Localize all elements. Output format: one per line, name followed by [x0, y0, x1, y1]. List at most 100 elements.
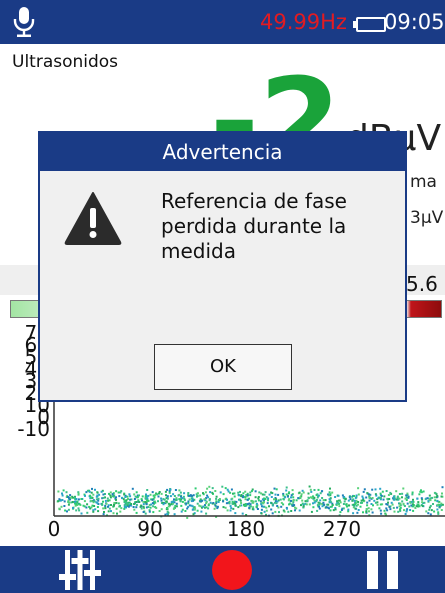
scatter-point	[216, 505, 219, 508]
scatter-point	[237, 491, 240, 494]
scatter-point	[312, 502, 314, 505]
scatter-point	[249, 491, 252, 494]
scatter-point	[160, 497, 163, 500]
scatter-point	[354, 507, 357, 510]
scatter-point	[371, 497, 374, 499]
scatter-point	[118, 495, 121, 498]
scatter-point	[431, 496, 434, 499]
scatter-point	[379, 496, 382, 499]
scatter-point	[228, 502, 231, 505]
scatter-point	[110, 510, 112, 513]
settings-button[interactable]	[40, 546, 120, 593]
scatter-point	[428, 508, 431, 511]
scatter-point	[345, 503, 348, 506]
scatter-point	[133, 503, 136, 505]
scatter-point	[265, 496, 268, 499]
scatter-point	[157, 500, 159, 503]
scatter-point	[192, 513, 195, 516]
scatter-point	[218, 498, 221, 500]
scatter-point	[328, 498, 331, 501]
scatter-point	[190, 500, 193, 503]
scatter-point	[318, 503, 321, 506]
scatter-point	[180, 510, 183, 513]
scatter-point	[227, 490, 230, 493]
warning-icon	[64, 192, 122, 245]
scatter-point	[140, 507, 143, 510]
scatter-point	[69, 494, 72, 497]
scatter-point	[77, 498, 80, 501]
scatter-point	[151, 498, 154, 501]
scatter-point	[90, 491, 93, 494]
mode-label: Ultrasonidos	[12, 52, 119, 72]
scatter-point	[135, 511, 138, 514]
scatter-point	[151, 491, 154, 494]
scatter-point	[152, 494, 155, 497]
scatter-point	[63, 500, 66, 503]
scatter-point	[196, 492, 199, 495]
scatter-point	[160, 499, 163, 502]
scatter-point	[329, 509, 332, 512]
scatter-point	[167, 505, 170, 508]
scatter-point	[337, 499, 340, 502]
scatter-point	[260, 508, 263, 511]
scatter-point	[234, 504, 237, 507]
scatter-point	[383, 509, 386, 512]
scatter-point	[271, 512, 274, 515]
scatter-point	[386, 509, 389, 512]
scatter-point	[396, 506, 399, 509]
scatter-point	[332, 509, 335, 512]
scatter-point	[64, 509, 67, 512]
scatter-point	[366, 504, 369, 507]
scatter-point	[144, 497, 147, 500]
scatter-point	[146, 489, 149, 491]
scatter-point	[429, 504, 432, 507]
scatter-point	[135, 491, 138, 494]
scatter-point	[102, 500, 104, 503]
scatter-point	[190, 504, 193, 507]
scatter-point	[111, 493, 114, 496]
scatter-point	[393, 498, 396, 501]
scatter-point	[414, 507, 417, 509]
pause-button[interactable]	[342, 546, 422, 593]
scatter-point	[401, 500, 404, 503]
scatter-point	[381, 490, 384, 493]
scatter-point	[135, 503, 138, 506]
scatter-point	[389, 508, 392, 511]
scatter-point	[115, 490, 118, 493]
clock: 09:05	[384, 10, 445, 34]
scatter-point	[101, 503, 104, 506]
scatter-point	[385, 503, 388, 506]
scatter-point	[441, 486, 444, 489]
scatter-point	[62, 489, 65, 492]
scatter-point	[365, 511, 368, 513]
scatter-point	[169, 495, 172, 498]
scatter-point	[401, 492, 404, 495]
scatter-point	[160, 492, 163, 495]
scatter-point	[205, 506, 208, 509]
scatter-point	[375, 494, 378, 497]
record-button[interactable]	[192, 546, 272, 593]
scatter-point	[184, 510, 187, 512]
scatter-point	[260, 492, 263, 495]
scatter-point	[387, 494, 390, 496]
scatter-point	[196, 502, 199, 505]
microphone-icon[interactable]	[12, 6, 36, 38]
scatter-point	[282, 509, 285, 512]
scatter-point	[61, 494, 64, 497]
scatter-point	[147, 506, 150, 508]
scatter-point	[403, 509, 405, 512]
scatter-point	[287, 495, 289, 498]
ok-button[interactable]: OK	[154, 344, 292, 390]
scatter-point	[77, 507, 80, 510]
scatter-point	[66, 496, 69, 498]
scatter-point	[226, 509, 229, 512]
scatter-point	[307, 496, 310, 499]
scatter-point	[229, 509, 232, 512]
scatter-point	[267, 499, 269, 502]
scatter-point	[141, 495, 144, 498]
scatter-point	[169, 488, 172, 491]
scatter-point	[178, 489, 181, 492]
scatter-point	[222, 500, 225, 503]
scatter-point	[239, 504, 241, 507]
scatter-point	[131, 487, 134, 490]
